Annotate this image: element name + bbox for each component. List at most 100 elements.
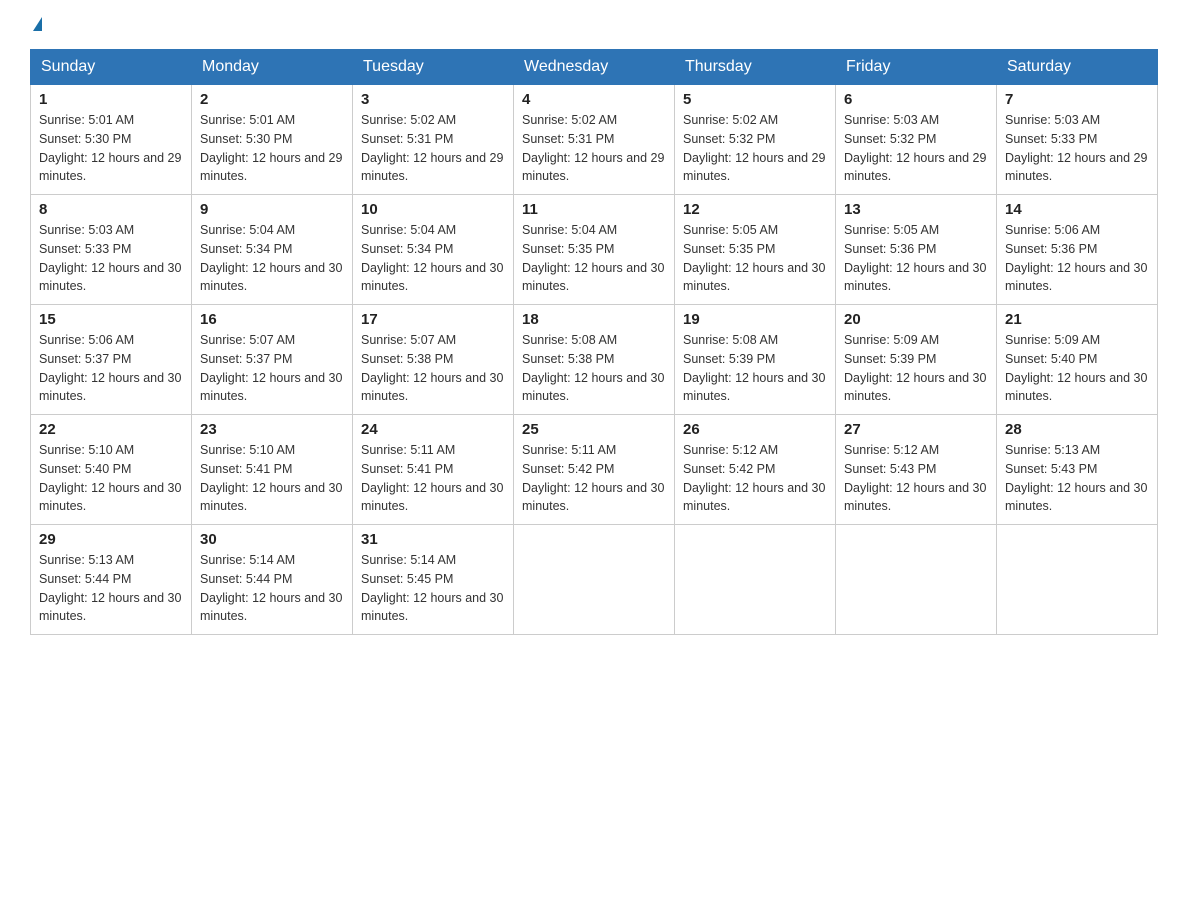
day-number: 4 xyxy=(522,91,666,108)
day-info: Sunrise: 5:09 AMSunset: 5:39 PMDaylight:… xyxy=(844,333,986,403)
calendar-cell: 22 Sunrise: 5:10 AMSunset: 5:40 PMDaylig… xyxy=(31,415,192,525)
day-info: Sunrise: 5:07 AMSunset: 5:37 PMDaylight:… xyxy=(200,333,342,403)
calendar-cell: 1 Sunrise: 5:01 AMSunset: 5:30 PMDayligh… xyxy=(31,85,192,195)
weekday-header-saturday: Saturday xyxy=(997,50,1158,85)
calendar-cell: 20 Sunrise: 5:09 AMSunset: 5:39 PMDaylig… xyxy=(836,305,997,415)
calendar-cell: 24 Sunrise: 5:11 AMSunset: 5:41 PMDaylig… xyxy=(353,415,514,525)
day-number: 20 xyxy=(844,311,988,328)
calendar-cell: 6 Sunrise: 5:03 AMSunset: 5:32 PMDayligh… xyxy=(836,85,997,195)
day-number: 28 xyxy=(1005,421,1149,438)
calendar-cell: 16 Sunrise: 5:07 AMSunset: 5:37 PMDaylig… xyxy=(192,305,353,415)
day-info: Sunrise: 5:09 AMSunset: 5:40 PMDaylight:… xyxy=(1005,333,1147,403)
calendar-week-row: 8 Sunrise: 5:03 AMSunset: 5:33 PMDayligh… xyxy=(31,195,1158,305)
day-number: 30 xyxy=(200,531,344,548)
day-info: Sunrise: 5:04 AMSunset: 5:34 PMDaylight:… xyxy=(361,223,503,293)
weekday-header-wednesday: Wednesday xyxy=(514,50,675,85)
day-info: Sunrise: 5:03 AMSunset: 5:32 PMDaylight:… xyxy=(844,113,986,183)
calendar-cell: 19 Sunrise: 5:08 AMSunset: 5:39 PMDaylig… xyxy=(675,305,836,415)
day-number: 12 xyxy=(683,201,827,218)
calendar-week-row: 29 Sunrise: 5:13 AMSunset: 5:44 PMDaylig… xyxy=(31,525,1158,635)
day-number: 21 xyxy=(1005,311,1149,328)
day-number: 25 xyxy=(522,421,666,438)
day-info: Sunrise: 5:04 AMSunset: 5:34 PMDaylight:… xyxy=(200,223,342,293)
calendar-cell: 14 Sunrise: 5:06 AMSunset: 5:36 PMDaylig… xyxy=(997,195,1158,305)
calendar-cell: 26 Sunrise: 5:12 AMSunset: 5:42 PMDaylig… xyxy=(675,415,836,525)
calendar-cell: 28 Sunrise: 5:13 AMSunset: 5:43 PMDaylig… xyxy=(997,415,1158,525)
calendar-cell: 12 Sunrise: 5:05 AMSunset: 5:35 PMDaylig… xyxy=(675,195,836,305)
day-number: 19 xyxy=(683,311,827,328)
day-number: 15 xyxy=(39,311,183,328)
calendar-week-row: 15 Sunrise: 5:06 AMSunset: 5:37 PMDaylig… xyxy=(31,305,1158,415)
calendar-table: SundayMondayTuesdayWednesdayThursdayFrid… xyxy=(30,49,1158,635)
weekday-header-sunday: Sunday xyxy=(31,50,192,85)
weekday-header-thursday: Thursday xyxy=(675,50,836,85)
day-info: Sunrise: 5:13 AMSunset: 5:43 PMDaylight:… xyxy=(1005,443,1147,513)
day-number: 7 xyxy=(1005,91,1149,108)
day-number: 17 xyxy=(361,311,505,328)
day-number: 3 xyxy=(361,91,505,108)
day-number: 13 xyxy=(844,201,988,218)
day-number: 29 xyxy=(39,531,183,548)
day-number: 16 xyxy=(200,311,344,328)
day-info: Sunrise: 5:02 AMSunset: 5:32 PMDaylight:… xyxy=(683,113,825,183)
logo-triangle-icon xyxy=(33,17,42,31)
day-number: 6 xyxy=(844,91,988,108)
calendar-cell: 9 Sunrise: 5:04 AMSunset: 5:34 PMDayligh… xyxy=(192,195,353,305)
calendar-cell xyxy=(675,525,836,635)
day-info: Sunrise: 5:04 AMSunset: 5:35 PMDaylight:… xyxy=(522,223,664,293)
day-info: Sunrise: 5:14 AMSunset: 5:45 PMDaylight:… xyxy=(361,553,503,623)
day-info: Sunrise: 5:10 AMSunset: 5:40 PMDaylight:… xyxy=(39,443,181,513)
day-info: Sunrise: 5:08 AMSunset: 5:39 PMDaylight:… xyxy=(683,333,825,403)
calendar-cell xyxy=(514,525,675,635)
day-info: Sunrise: 5:07 AMSunset: 5:38 PMDaylight:… xyxy=(361,333,503,403)
day-number: 2 xyxy=(200,91,344,108)
calendar-cell: 5 Sunrise: 5:02 AMSunset: 5:32 PMDayligh… xyxy=(675,85,836,195)
day-number: 26 xyxy=(683,421,827,438)
day-info: Sunrise: 5:10 AMSunset: 5:41 PMDaylight:… xyxy=(200,443,342,513)
calendar-cell: 3 Sunrise: 5:02 AMSunset: 5:31 PMDayligh… xyxy=(353,85,514,195)
day-info: Sunrise: 5:06 AMSunset: 5:37 PMDaylight:… xyxy=(39,333,181,403)
day-info: Sunrise: 5:05 AMSunset: 5:36 PMDaylight:… xyxy=(844,223,986,293)
calendar-cell: 25 Sunrise: 5:11 AMSunset: 5:42 PMDaylig… xyxy=(514,415,675,525)
weekday-header-monday: Monday xyxy=(192,50,353,85)
day-info: Sunrise: 5:13 AMSunset: 5:44 PMDaylight:… xyxy=(39,553,181,623)
calendar-cell: 8 Sunrise: 5:03 AMSunset: 5:33 PMDayligh… xyxy=(31,195,192,305)
calendar-cell: 10 Sunrise: 5:04 AMSunset: 5:34 PMDaylig… xyxy=(353,195,514,305)
day-info: Sunrise: 5:02 AMSunset: 5:31 PMDaylight:… xyxy=(522,113,664,183)
logo xyxy=(30,20,42,34)
calendar-week-row: 1 Sunrise: 5:01 AMSunset: 5:30 PMDayligh… xyxy=(31,85,1158,195)
day-info: Sunrise: 5:12 AMSunset: 5:43 PMDaylight:… xyxy=(844,443,986,513)
day-info: Sunrise: 5:01 AMSunset: 5:30 PMDaylight:… xyxy=(39,113,181,183)
calendar-cell: 15 Sunrise: 5:06 AMSunset: 5:37 PMDaylig… xyxy=(31,305,192,415)
calendar-cell: 4 Sunrise: 5:02 AMSunset: 5:31 PMDayligh… xyxy=(514,85,675,195)
day-number: 18 xyxy=(522,311,666,328)
day-number: 9 xyxy=(200,201,344,218)
day-number: 24 xyxy=(361,421,505,438)
weekday-header-friday: Friday xyxy=(836,50,997,85)
day-number: 8 xyxy=(39,201,183,218)
calendar-week-row: 22 Sunrise: 5:10 AMSunset: 5:40 PMDaylig… xyxy=(31,415,1158,525)
day-info: Sunrise: 5:08 AMSunset: 5:38 PMDaylight:… xyxy=(522,333,664,403)
calendar-cell: 17 Sunrise: 5:07 AMSunset: 5:38 PMDaylig… xyxy=(353,305,514,415)
day-info: Sunrise: 5:06 AMSunset: 5:36 PMDaylight:… xyxy=(1005,223,1147,293)
calendar-cell: 13 Sunrise: 5:05 AMSunset: 5:36 PMDaylig… xyxy=(836,195,997,305)
calendar-cell: 18 Sunrise: 5:08 AMSunset: 5:38 PMDaylig… xyxy=(514,305,675,415)
day-number: 23 xyxy=(200,421,344,438)
logo-line1 xyxy=(30,20,42,34)
day-info: Sunrise: 5:05 AMSunset: 5:35 PMDaylight:… xyxy=(683,223,825,293)
calendar-cell: 29 Sunrise: 5:13 AMSunset: 5:44 PMDaylig… xyxy=(31,525,192,635)
day-info: Sunrise: 5:02 AMSunset: 5:31 PMDaylight:… xyxy=(361,113,503,183)
day-number: 11 xyxy=(522,201,666,218)
day-number: 22 xyxy=(39,421,183,438)
weekday-header-row: SundayMondayTuesdayWednesdayThursdayFrid… xyxy=(31,50,1158,85)
day-number: 10 xyxy=(361,201,505,218)
day-info: Sunrise: 5:12 AMSunset: 5:42 PMDaylight:… xyxy=(683,443,825,513)
day-info: Sunrise: 5:03 AMSunset: 5:33 PMDaylight:… xyxy=(39,223,181,293)
calendar-cell: 27 Sunrise: 5:12 AMSunset: 5:43 PMDaylig… xyxy=(836,415,997,525)
day-number: 27 xyxy=(844,421,988,438)
calendar-cell: 7 Sunrise: 5:03 AMSunset: 5:33 PMDayligh… xyxy=(997,85,1158,195)
page-header xyxy=(30,20,1158,34)
calendar-cell: 2 Sunrise: 5:01 AMSunset: 5:30 PMDayligh… xyxy=(192,85,353,195)
day-number: 14 xyxy=(1005,201,1149,218)
day-number: 31 xyxy=(361,531,505,548)
